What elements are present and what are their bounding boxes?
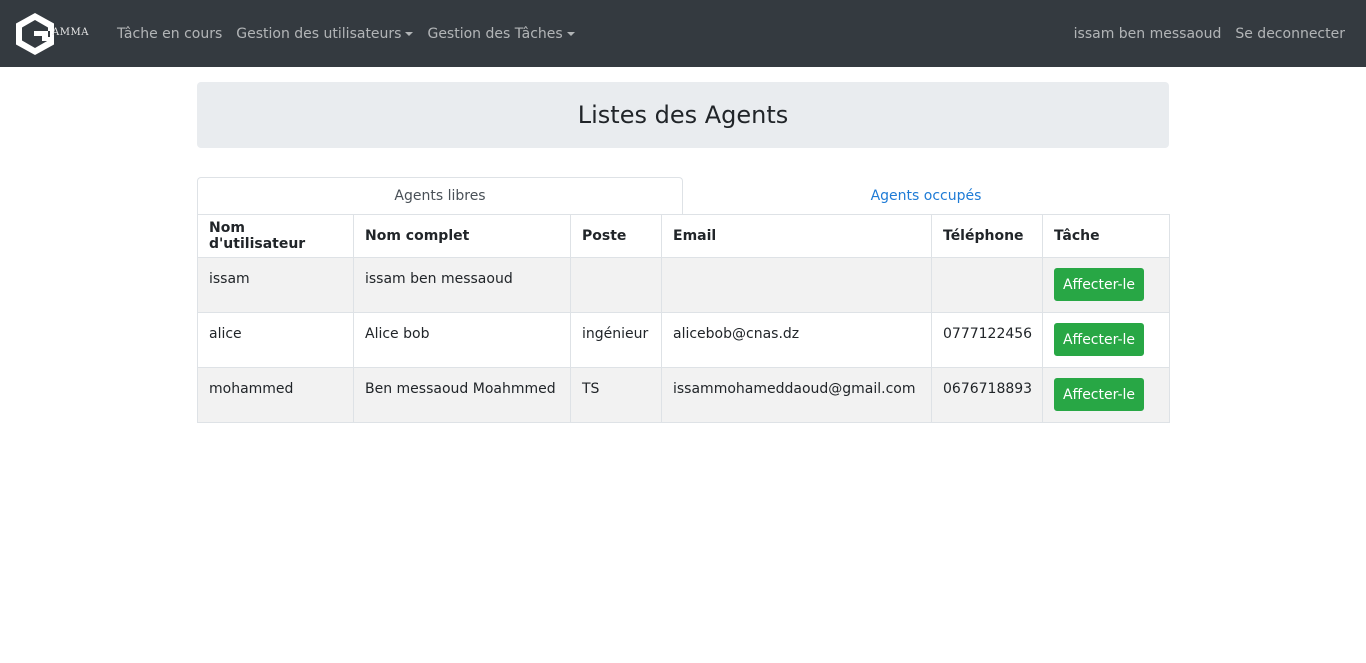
- cell-email: [661, 257, 932, 313]
- top-navbar: AMMA Tâche en cours Gestion des utilisat…: [0, 0, 1366, 67]
- column-header-task: Tâche: [1042, 214, 1170, 258]
- column-header-poste: Poste: [570, 214, 662, 258]
- nav-user-name[interactable]: issam ben messaoud: [1067, 26, 1229, 42]
- cell-phone: 0777122456: [931, 312, 1043, 368]
- table-header-row: Nom d'utilisateur Nom complet Poste Emai…: [197, 214, 1170, 258]
- assign-button[interactable]: Affecter-le: [1054, 323, 1144, 356]
- column-header-username: Nom d'utilisateur: [197, 214, 354, 258]
- tab-agents-libres[interactable]: Agents libres: [197, 177, 683, 215]
- cell-action: Affecter-le: [1042, 367, 1170, 423]
- cell-action: Affecter-le: [1042, 312, 1170, 368]
- cell-username: mohammed: [197, 367, 354, 423]
- tab-agents-occupes[interactable]: Agents occupés: [683, 177, 1169, 215]
- caret-down-icon: [405, 31, 414, 36]
- nav-link-label: Gestion des utilisateurs: [236, 25, 402, 42]
- logout-link[interactable]: Se deconnecter: [1228, 26, 1352, 42]
- nav-link-label: Gestion des Tâches: [427, 25, 563, 42]
- column-header-fullname: Nom complet: [353, 214, 571, 258]
- cell-fullname: Alice bob: [353, 312, 571, 368]
- column-header-phone: Téléphone: [931, 214, 1043, 258]
- cell-poste: ingénieur: [570, 312, 662, 368]
- page-title: Listes des Agents: [577, 101, 789, 129]
- cell-username: alice: [197, 312, 354, 368]
- cell-phone: 0676718893: [931, 367, 1043, 423]
- caret-down-icon: [566, 31, 575, 36]
- nav-gestion-taches-dropdown[interactable]: Gestion des Tâches: [420, 26, 581, 42]
- nav-left: Tâche en cours Gestion des utilisateurs …: [110, 0, 582, 67]
- cell-action: Affecter-le: [1042, 257, 1170, 313]
- agents-table: Nom d'utilisateur Nom complet Poste Emai…: [197, 214, 1170, 423]
- nav-right: issam ben messaoud Se deconnecter: [1067, 0, 1352, 67]
- table-row: alice Alice bob ingénieur alicebob@cnas.…: [197, 312, 1170, 368]
- cell-phone: [931, 257, 1043, 313]
- cell-poste: [570, 257, 662, 313]
- nav-link-label: Tâche en cours: [117, 25, 223, 42]
- cell-email: issammohameddaoud@gmail.com: [661, 367, 932, 423]
- brand-logo[interactable]: AMMA: [12, 9, 98, 59]
- cell-fullname: Ben messaoud Moahmmed: [353, 367, 571, 423]
- column-header-email: Email: [661, 214, 932, 258]
- agent-tabs: Agents libres Agents occupés: [197, 177, 1169, 215]
- cell-poste: TS: [570, 367, 662, 423]
- cell-email: alicebob@cnas.dz: [661, 312, 932, 368]
- assign-button[interactable]: Affecter-le: [1054, 268, 1144, 301]
- cell-username: issam: [197, 257, 354, 313]
- page-header-jumbotron: Listes des Agents: [197, 82, 1169, 148]
- assign-button[interactable]: Affecter-le: [1054, 378, 1144, 411]
- cell-fullname: issam ben messaoud: [353, 257, 571, 313]
- table-row: mohammed Ben messaoud Moahmmed TS issamm…: [197, 367, 1170, 423]
- nav-tache-en-cours[interactable]: Tâche en cours: [110, 26, 229, 42]
- nav-gestion-utilisateurs-dropdown[interactable]: Gestion des utilisateurs: [229, 26, 420, 42]
- table-row: issam issam ben messaoud Affecter-le: [197, 257, 1170, 313]
- brand-text: AMMA: [52, 27, 89, 38]
